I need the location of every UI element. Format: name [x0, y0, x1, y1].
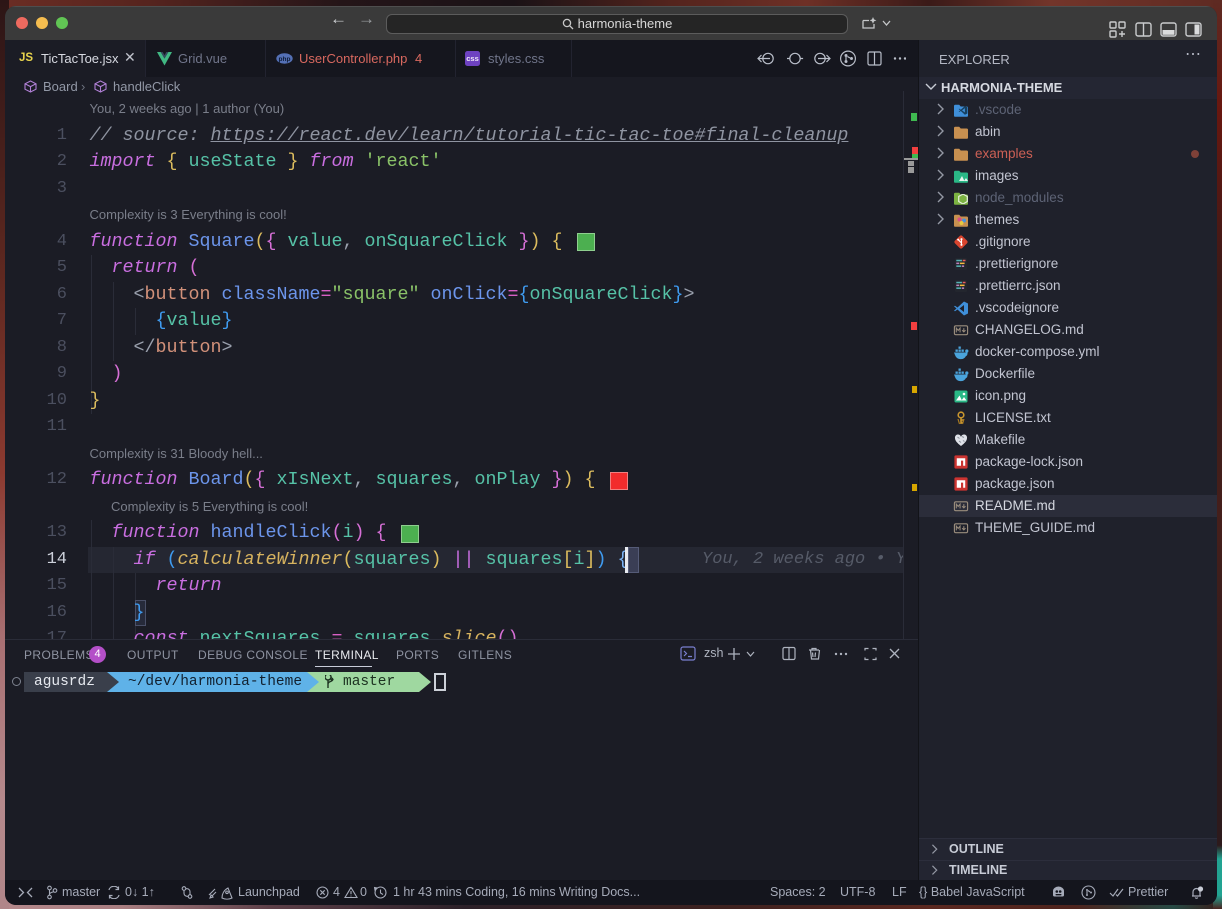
svg-text:php: php [279, 56, 291, 63]
